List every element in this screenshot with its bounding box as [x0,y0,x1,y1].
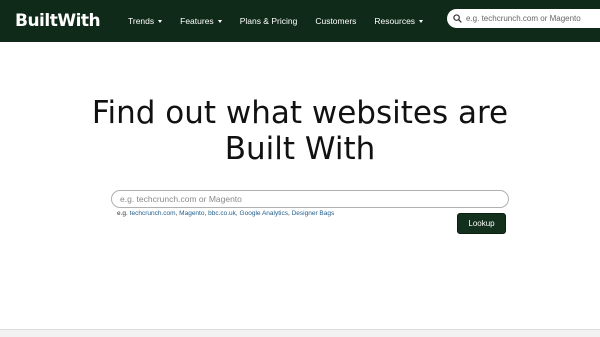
nav-trends[interactable]: Trends [128,16,163,26]
main-nav: Trends Features Plans & Pricing Customer… [128,0,441,42]
example-link-google-analytics[interactable]: Google Analytics [240,210,288,217]
hero-title: Find out what websites are Built With [0,95,600,167]
example-link-designer-bags[interactable]: Designer Bags [292,210,335,217]
search-icon [453,14,462,23]
caret-down-icon [158,20,163,23]
nav-plans-pricing[interactable]: Plans & Pricing [240,16,298,26]
example-link-bbc[interactable]: bbc.co.uk [208,210,236,217]
nav-customers-label: Customers [315,16,357,26]
footer-strip [0,329,600,337]
nav-plans-pricing-label: Plans & Pricing [239,16,298,26]
nav-features[interactable]: Features [180,16,222,26]
main-search[interactable] [111,190,509,208]
header-search[interactable] [447,9,600,28]
example-link-techcrunch[interactable]: techcrunch.com [130,210,176,217]
top-navbar: BuiltWith Trends Features Plans & Pricin… [0,0,600,42]
nav-resources-label: Resources [374,16,416,26]
lookup-button[interactable]: Lookup [457,213,506,234]
nav-features-label: Features [180,16,214,26]
nav-trends-label: Trends [128,16,155,26]
nav-resources[interactable]: Resources [374,16,424,26]
logo-text: BuiltWith [15,11,100,31]
builtwith-logo-mark: BuiltWith [15,11,101,31]
header-search-input[interactable] [466,14,596,23]
builtwith-logo[interactable]: BuiltWith [15,7,107,33]
search-examples: e.g. techcrunch.com, Magento, bbc.co.uk,… [117,210,335,217]
main-search-input[interactable] [120,194,500,204]
hero-title-line2: Built With [224,131,376,167]
nav-customers[interactable]: Customers [315,16,356,26]
caret-down-icon [217,20,222,23]
examples-prefix: e.g. [117,210,128,217]
example-link-magento[interactable]: Magento [179,210,204,217]
caret-down-icon [419,20,424,23]
hero-title-line1: Find out what websites are [91,95,509,131]
